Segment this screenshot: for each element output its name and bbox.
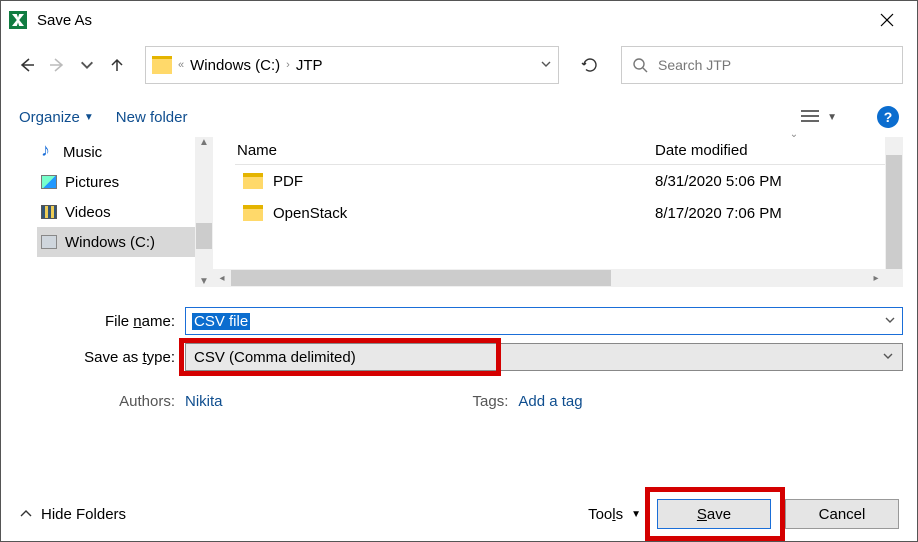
folder-icon (152, 56, 172, 74)
chevron-down-icon: ▼ (827, 112, 837, 123)
main-area: ♪Music Pictures Videos Windows (C:) ▲ ▼ … (1, 137, 917, 287)
tags-value[interactable]: Add a tag (518, 393, 582, 410)
save-as-type-select[interactable]: CSV (Comma delimited) (185, 343, 903, 371)
hide-folders-button[interactable]: Hide Folders (19, 506, 126, 523)
file-row[interactable]: PDF 8/31/2020 5:06 PM (235, 165, 903, 197)
folder-icon (243, 173, 263, 189)
chevron-down-icon: ▼ (631, 509, 641, 520)
type-value: CSV (Comma delimited) (194, 349, 356, 366)
chevron-up-icon (19, 507, 33, 521)
form-area: File name: CSV file Save as type: CSV (C… (1, 287, 917, 419)
toolbar: Organize▼ New folder ▼ ? (1, 97, 917, 137)
chevron-right-icon: › (286, 59, 290, 71)
chevron-down-icon (882, 349, 894, 366)
view-icon (801, 110, 819, 124)
sort-indicator-icon: ⌄ (783, 129, 805, 140)
folder-icon (243, 205, 263, 221)
breadcrumb-folder[interactable]: JTP (296, 57, 323, 74)
up-button[interactable] (105, 53, 129, 77)
search-icon (632, 57, 648, 73)
search-input[interactable]: Search JTP (621, 46, 903, 84)
filename-value: CSV file (192, 313, 250, 330)
breadcrumb-drive[interactable]: Windows (C:) (190, 57, 280, 74)
scroll-up-icon: ▲ (199, 137, 209, 148)
sidebar-item-videos[interactable]: Videos (37, 197, 213, 227)
address-bar[interactable]: « Windows (C:) › JTP (145, 46, 559, 84)
address-dropdown[interactable] (540, 57, 552, 73)
help-button[interactable]: ? (877, 106, 899, 128)
authors-value[interactable]: Nikita (185, 393, 223, 410)
scrollbar-thumb[interactable] (196, 223, 212, 249)
scroll-down-icon: ▼ (199, 276, 209, 287)
filename-input[interactable]: CSV file (185, 307, 903, 335)
search-placeholder: Search JTP (658, 57, 731, 73)
new-folder-button[interactable]: New folder (116, 109, 188, 126)
organize-menu[interactable]: Organize▼ (19, 109, 94, 126)
file-list: ⌄ Name Date modified PDF 8/31/2020 5:06 … (213, 137, 903, 287)
scrollbar-thumb[interactable] (231, 270, 611, 286)
sidebar: ♪Music Pictures Videos Windows (C:) ▲ ▼ (15, 137, 213, 287)
window-title: Save As (37, 12, 92, 29)
close-icon (880, 13, 894, 27)
vertical-scrollbar[interactable] (885, 137, 903, 287)
scrollbar-thumb[interactable] (886, 155, 902, 269)
forward-button[interactable] (45, 53, 69, 77)
bottom-bar: Hide Folders Tools▼ Save Cancel (1, 487, 917, 541)
close-button[interactable] (865, 5, 909, 35)
sidebar-scrollbar[interactable]: ▲ ▼ (195, 137, 213, 287)
sidebar-item-drive-c[interactable]: Windows (C:) (37, 227, 213, 257)
chevron-down-icon: ▼ (84, 112, 94, 123)
horizontal-scrollbar[interactable]: ◂ ▸ (213, 269, 885, 287)
refresh-button[interactable] (571, 46, 609, 84)
filename-dropdown[interactable] (884, 313, 896, 329)
column-name[interactable]: Name (235, 142, 655, 159)
sidebar-item-pictures[interactable]: Pictures (37, 167, 213, 197)
authors-label: Authors: (15, 393, 185, 410)
filename-label: File name: (15, 313, 185, 330)
save-button[interactable]: Save (657, 499, 771, 529)
column-headers: ⌄ Name Date modified (235, 137, 903, 165)
tools-menu[interactable]: Tools▼ (588, 506, 641, 523)
column-date[interactable]: Date modified (655, 142, 903, 159)
file-row[interactable]: OpenStack 8/17/2020 7:06 PM (235, 197, 903, 229)
history-dropdown[interactable] (75, 53, 99, 77)
cancel-button[interactable]: Cancel (785, 499, 899, 529)
tags-label: Tags: (473, 393, 519, 410)
nav-row: « Windows (C:) › JTP Search JTP (1, 43, 917, 87)
sidebar-item-music[interactable]: ♪Music (37, 137, 213, 167)
excel-icon (9, 11, 27, 29)
type-label: Save as type: (15, 349, 185, 366)
videos-icon (41, 205, 57, 219)
scroll-right-icon: ▸ (867, 273, 885, 284)
music-icon: ♪ (41, 143, 55, 161)
scroll-left-icon: ◂ (213, 273, 231, 284)
breadcrumb-overflow[interactable]: « (178, 59, 184, 71)
titlebar: Save As (1, 1, 917, 39)
view-options[interactable]: ▼ (801, 110, 837, 124)
pictures-icon (41, 175, 57, 189)
drive-icon (41, 235, 57, 249)
back-button[interactable] (15, 53, 39, 77)
